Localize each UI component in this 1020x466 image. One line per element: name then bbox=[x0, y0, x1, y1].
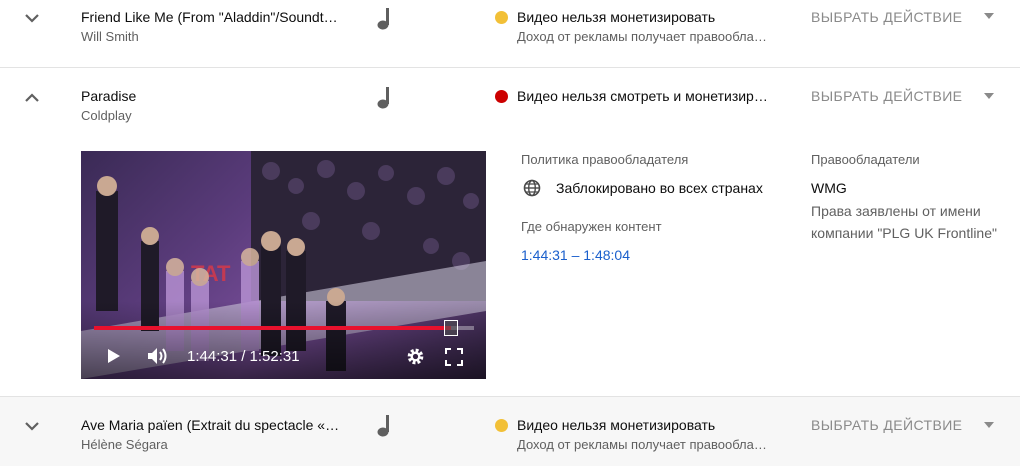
owners-label: Правообладатели bbox=[811, 152, 920, 167]
found-range-link[interactable]: 1:44:31 – 1:48:04 bbox=[521, 247, 630, 263]
song-title: Friend Like Me (From "Aladdin"/Soundt… bbox=[81, 9, 338, 25]
fullscreen-icon[interactable] bbox=[445, 348, 463, 371]
claim-row: Ave Maria païen (Extrait du spectacle «…… bbox=[0, 397, 1020, 466]
dropdown-caret-icon[interactable] bbox=[984, 422, 994, 428]
progress-handle[interactable] bbox=[444, 320, 459, 336]
owner-note-line-1: Права заявлены от имени bbox=[811, 203, 981, 219]
status-dot bbox=[495, 419, 508, 432]
music-note-icon bbox=[374, 6, 396, 32]
song-artist: Will Smith bbox=[81, 29, 139, 44]
gear-icon[interactable] bbox=[406, 347, 425, 371]
choose-action-button[interactable]: ВЫБРАТЬ ДЕЙСТВИЕ bbox=[811, 417, 962, 433]
dropdown-caret-icon[interactable] bbox=[984, 93, 994, 99]
policy-value: Заблокировано во всех странах bbox=[556, 180, 763, 196]
progress-fill bbox=[94, 326, 452, 330]
music-note-icon bbox=[374, 85, 396, 111]
video-frame: TAT bbox=[81, 151, 486, 379]
chevron-down-icon[interactable] bbox=[22, 8, 42, 28]
choose-action-button[interactable]: ВЫБРАТЬ ДЕЙСТВИЕ bbox=[811, 9, 962, 25]
policy-label: Политика правообладателя bbox=[521, 152, 689, 167]
status-text: Видео нельзя монетизировать bbox=[517, 9, 716, 25]
chevron-up-icon[interactable] bbox=[22, 88, 42, 108]
play-icon[interactable] bbox=[106, 348, 122, 369]
status-dot bbox=[495, 11, 508, 24]
claim-row: Friend Like Me (From "Aladdin"/Soundt… W… bbox=[0, 0, 1020, 67]
video-player[interactable]: TAT 1:44:31 / 1:52:31 bbox=[81, 151, 486, 379]
song-title: Ave Maria païen (Extrait du spectacle «… bbox=[81, 417, 340, 433]
music-note-icon bbox=[374, 413, 396, 439]
found-label: Где обнаружен контент bbox=[521, 219, 662, 234]
song-artist: Hélène Ségara bbox=[81, 437, 168, 452]
owner-name: WMG bbox=[811, 180, 847, 196]
globe-icon bbox=[523, 179, 541, 202]
choose-action-button[interactable]: ВЫБРАТЬ ДЕЙСТВИЕ bbox=[811, 88, 962, 104]
status-text: Видео нельзя монетизировать bbox=[517, 417, 716, 433]
dropdown-caret-icon[interactable] bbox=[984, 13, 994, 19]
song-artist: Coldplay bbox=[81, 108, 132, 123]
status-subtext: Доход от рекламы получает правообла… bbox=[517, 29, 767, 44]
status-text: Видео нельзя смотреть и монетизир… bbox=[517, 88, 768, 104]
status-dot bbox=[495, 90, 508, 103]
progress-track[interactable] bbox=[94, 326, 474, 330]
song-title: Paradise bbox=[81, 88, 137, 104]
owner-note-line-2: компании "PLG UK Frontline" bbox=[811, 225, 997, 241]
chevron-down-icon[interactable] bbox=[22, 416, 42, 436]
time-display: 1:44:31 / 1:52:31 bbox=[187, 348, 300, 365]
volume-icon[interactable] bbox=[147, 347, 169, 370]
status-subtext: Доход от рекламы получает правообла… bbox=[517, 437, 767, 452]
